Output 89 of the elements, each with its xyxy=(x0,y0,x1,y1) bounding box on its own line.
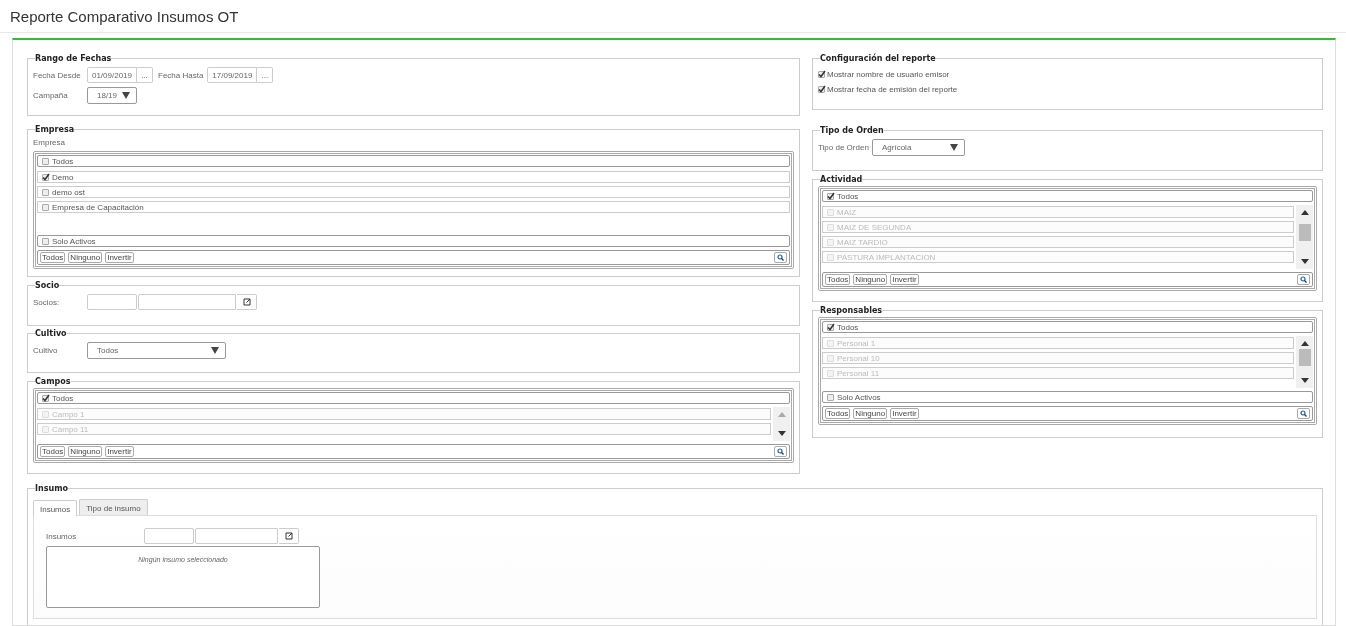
date-field[interactable]: 01/09/2019 xyxy=(87,67,137,83)
scroll-up-icon[interactable] xyxy=(1300,340,1309,346)
dropdown[interactable]: Todos xyxy=(87,341,226,359)
section-legend: Actividad xyxy=(820,175,863,184)
dropdown[interactable]: Agrícola xyxy=(872,139,965,156)
list-action-button[interactable]: Ninguno xyxy=(68,252,103,263)
section-legend: Socio xyxy=(35,281,60,290)
scroll-down-icon[interactable] xyxy=(1300,259,1309,265)
checklist-row[interactable]: Demo xyxy=(37,171,790,183)
checkbox[interactable] xyxy=(827,323,834,331)
name-field[interactable] xyxy=(138,294,236,310)
section-legend: Responsables xyxy=(820,306,883,315)
checkbox[interactable] xyxy=(827,192,834,200)
checklist-row[interactable]: Solo Activos xyxy=(822,391,1313,403)
list-action-button[interactable]: Todos xyxy=(40,446,66,457)
field-label: Insumos xyxy=(46,531,78,541)
list-action-button[interactable]: Invertir xyxy=(105,446,134,457)
caret-icon xyxy=(211,346,219,354)
search-button[interactable] xyxy=(1297,408,1310,419)
checklist-row[interactable]: Solo Activos xyxy=(37,235,790,247)
field-label: Fecha Desde xyxy=(33,70,82,80)
scrollbar[interactable] xyxy=(1296,205,1313,269)
list-action-button[interactable]: Ninguno xyxy=(853,408,888,419)
checklist-row[interactable]: Empresa de Capacitación xyxy=(37,201,790,213)
field-label: Socios: xyxy=(33,297,61,307)
page-title: Reporte Comparativo Insumos OT xyxy=(10,8,239,25)
open-lookup-button[interactable] xyxy=(237,294,257,310)
checkbox[interactable] xyxy=(42,203,49,211)
checklist-row[interactable]: Todos xyxy=(37,155,790,167)
search-icon xyxy=(1300,276,1307,283)
tab[interactable]: Tipo de insumo xyxy=(79,499,148,515)
checklist-row[interactable]: demo ost xyxy=(37,186,790,198)
caret-icon xyxy=(950,144,958,151)
external-link-icon xyxy=(242,298,251,306)
list-action-button[interactable]: Ninguno xyxy=(68,446,103,457)
list-action-button[interactable]: Todos xyxy=(40,252,66,263)
section-legend: Tipo de Orden xyxy=(820,126,884,135)
field-label: Cultivo xyxy=(33,345,59,355)
search-button[interactable] xyxy=(1297,274,1310,285)
code-field[interactable] xyxy=(87,294,137,310)
checkbox-option[interactable]: Mostrar nombre de usuario emisor xyxy=(818,69,1317,79)
section-legend: Empresa xyxy=(35,125,75,134)
checkbox[interactable] xyxy=(827,393,834,401)
date-field[interactable]: 17/09/2019 xyxy=(207,67,258,83)
list-action-button[interactable]: Todos xyxy=(825,274,851,285)
tab[interactable]: Insumos xyxy=(33,500,78,516)
external-link-icon xyxy=(284,532,293,540)
date-picker-button[interactable]: ... xyxy=(257,67,274,83)
open-lookup-button[interactable] xyxy=(279,528,299,544)
scroll-up-icon[interactable] xyxy=(1300,209,1309,215)
caret-icon xyxy=(122,92,130,99)
checkbox-option[interactable]: Mostrar fecha de emisión del reporte xyxy=(818,84,1317,94)
code-field[interactable] xyxy=(144,528,194,544)
search-button[interactable] xyxy=(774,446,787,457)
checkbox[interactable] xyxy=(42,173,49,181)
scrollbar[interactable] xyxy=(773,407,790,441)
date-picker-button[interactable]: ... xyxy=(137,67,153,83)
checkbox[interactable] xyxy=(818,70,825,78)
scroll-down-icon[interactable] xyxy=(1300,378,1309,384)
checkbox[interactable] xyxy=(818,85,825,93)
section-legend: Configuración del reporte xyxy=(820,54,936,63)
scroll-down-icon[interactable] xyxy=(777,431,786,437)
checkbox[interactable] xyxy=(42,188,49,196)
checkbox[interactable] xyxy=(42,157,49,165)
list-action-button[interactable]: Invertir xyxy=(105,252,134,263)
section-legend: Campos xyxy=(35,377,71,386)
search-icon xyxy=(1300,410,1307,417)
scrollbar[interactable] xyxy=(1296,336,1313,388)
list-action-button[interactable]: Ninguno xyxy=(853,274,888,285)
section-legend: Insumo xyxy=(35,484,68,493)
checklist-row[interactable]: Todos xyxy=(822,190,1313,202)
field-label: Empresa xyxy=(33,138,66,147)
list-action-button[interactable]: Invertir xyxy=(890,408,919,419)
checklist-row[interactable]: Todos xyxy=(822,321,1313,333)
list-action-button[interactable]: Todos xyxy=(825,408,851,419)
list-action-button[interactable]: Invertir xyxy=(890,274,919,285)
search-icon xyxy=(777,448,784,455)
name-field[interactable] xyxy=(195,528,278,544)
field-label: Tipo de Orden xyxy=(818,143,868,152)
field-label: Fecha Hasta xyxy=(158,70,204,80)
search-button[interactable] xyxy=(774,252,787,263)
field-label: Campaña xyxy=(33,91,69,100)
section-legend: Rango de Fechas xyxy=(35,54,112,63)
search-icon xyxy=(777,254,784,261)
dropdown[interactable]: 18/19 xyxy=(87,87,137,104)
checkbox[interactable] xyxy=(42,394,49,402)
checklist-row[interactable]: Todos xyxy=(37,392,790,404)
checkbox[interactable] xyxy=(42,237,49,245)
section-legend: Cultivo xyxy=(35,329,67,338)
